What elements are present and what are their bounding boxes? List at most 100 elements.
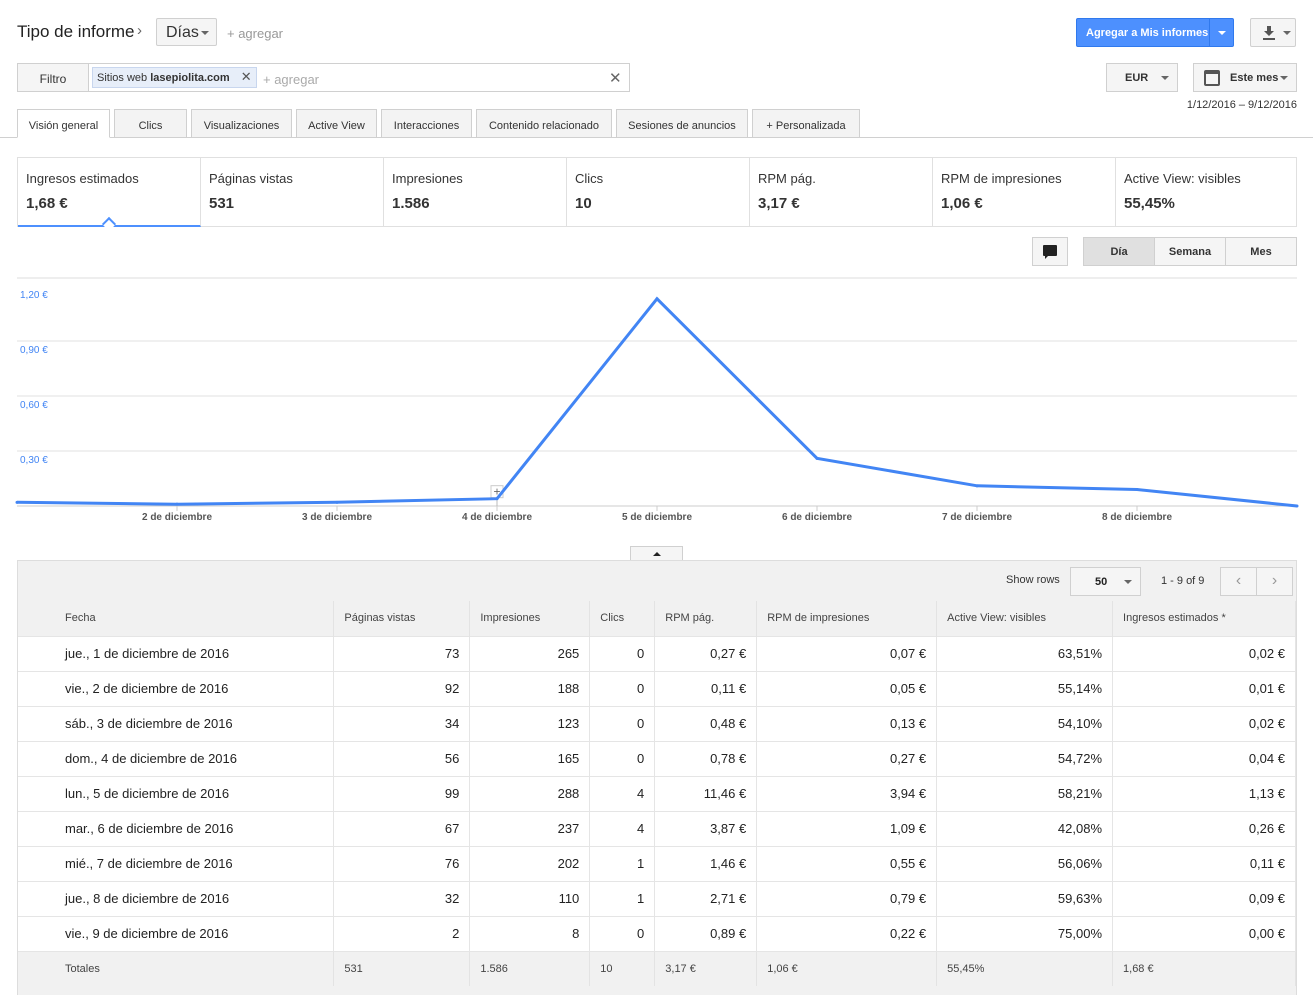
- x-tick-label: 6 de diciembre: [782, 512, 852, 523]
- table-cell: 1: [589, 845, 656, 881]
- y-tick-label: 0,90 €: [20, 345, 48, 356]
- totals-row: Totales 531 1.586 10 3,17 €1,06 €55,45% 1,68 …: [18, 950, 1296, 986]
- table-cell: 34: [333, 705, 471, 741]
- metric-rpm-impresiones[interactable]: RPM de impresiones 1,06 €: [933, 158, 1116, 226]
- annotations-button[interactable]: [1032, 237, 1068, 266]
- dimension-dropdown[interactable]: Días: [156, 18, 217, 46]
- metric-active-view-visibles[interactable]: Active View: visibles 55,45%: [1116, 158, 1296, 226]
- table-cell: 265: [469, 635, 591, 671]
- dimension-label: Días: [166, 24, 199, 41]
- metric-rpm-pag[interactable]: RPM pág. 3,17 €: [750, 158, 933, 226]
- table-cell: 42,08%: [936, 810, 1114, 846]
- metric-clics[interactable]: Clics 10: [567, 158, 750, 226]
- table-cell: 0,78 €: [654, 740, 758, 776]
- column-header-rpm-impresiones[interactable]: RPM de impresiones: [756, 601, 938, 636]
- collapse-chart-toggle[interactable]: [630, 546, 683, 561]
- add-dimension-link[interactable]: + agregar: [227, 26, 283, 41]
- metric-value: 3,17 €: [758, 195, 800, 212]
- table-cell: 123: [469, 705, 591, 741]
- table-cell: 8: [469, 915, 591, 951]
- download-button[interactable]: [1250, 18, 1296, 47]
- table-row: mar., 6 de diciembre de 2016 67 237 4 3,87 €…: [18, 810, 1296, 846]
- chevron-down-icon[interactable]: [1218, 31, 1226, 35]
- column-header-active-view[interactable]: Active View: visibles: [936, 601, 1114, 636]
- tab-personalizada[interactable]: + Personalizada: [752, 109, 860, 138]
- table-row: vie., 2 de diciembre de 2016 92 188 0 0,11 €…: [18, 670, 1296, 706]
- chevron-down-icon: [1124, 580, 1132, 584]
- column-header-clics[interactable]: Clics: [589, 601, 656, 636]
- metric-ingresos-estimados[interactable]: Ingresos estimados 1,68 €: [18, 158, 201, 232]
- filter-add-input[interactable]: + agregar: [263, 72, 319, 87]
- metric-paginas-vistas[interactable]: Páginas vistas 531: [201, 158, 384, 226]
- metric-value: 55,45%: [1124, 195, 1175, 212]
- x-tick-label: 4 de diciembre: [462, 512, 532, 523]
- chevron-right-icon: ›: [137, 22, 142, 39]
- metric-name: Active View: visibles: [1124, 171, 1241, 186]
- table-row: sáb., 3 de diciembre de 2016 34 123 0 0,48 €…: [18, 705, 1296, 741]
- totals-cell: 1,68 €: [1112, 950, 1296, 986]
- column-header-rpm-pag[interactable]: RPM pág.: [654, 601, 758, 636]
- filter-input-box[interactable]: Sitios web lasepiolita.com ✕ + agregar ✕: [88, 63, 630, 92]
- table-cell: 0,11 €: [1112, 845, 1296, 881]
- table-cell: 1,09 €: [756, 810, 938, 846]
- tab-clics[interactable]: Clics: [114, 109, 187, 138]
- row-date: mar., 6 de diciembre de 2016: [18, 810, 335, 846]
- table-cell: 0,89 €: [654, 915, 758, 951]
- table-cell: 55,14%: [936, 670, 1114, 706]
- comment-icon: [1043, 245, 1057, 259]
- table-cell: 0,27 €: [654, 635, 758, 671]
- table-cell: 0,55 €: [756, 845, 938, 881]
- tab-active-view[interactable]: Active View: [296, 109, 377, 138]
- download-icon: [1263, 26, 1275, 40]
- metric-value: 531: [209, 195, 235, 212]
- tab-vision-general[interactable]: Visión general: [17, 109, 110, 138]
- add-to-my-reports-button[interactable]: Agregar a Mis informes: [1076, 18, 1234, 47]
- date-period-dropdown[interactable]: Este mes: [1193, 63, 1297, 92]
- tab-visualizaciones[interactable]: Visualizaciones: [191, 109, 292, 138]
- chevron-down-icon: [1161, 76, 1169, 80]
- totals-cell: 10: [589, 950, 656, 986]
- table-cell: 0: [589, 915, 656, 951]
- table-cell: 2,71 €: [654, 880, 758, 916]
- table-cell: 237: [469, 810, 591, 846]
- rows-per-page-value: 50: [1095, 576, 1108, 588]
- tab-contenido-relacionado[interactable]: Contenido relacionado: [476, 109, 612, 138]
- row-date: vie., 9 de diciembre de 2016: [18, 915, 335, 951]
- column-header-fecha[interactable]: Fecha: [18, 601, 335, 636]
- revenue-line-chart: 1,20 € 0,90 € 0,60 € 0,30 € 2 de diciembre 3 …: [15, 277, 1299, 523]
- row-date: dom., 4 de diciembre de 2016: [18, 740, 335, 776]
- close-icon[interactable]: ✕: [241, 70, 252, 83]
- metric-impresiones[interactable]: Impresiones 1.586: [384, 158, 567, 226]
- currency-label: EUR: [1125, 72, 1149, 84]
- granularity-day-button[interactable]: Día: [1083, 237, 1155, 266]
- table-cell: 0,02 €: [1112, 635, 1296, 671]
- metrics-scorecard: Ingresos estimados 1,68 € Páginas vistas…: [17, 157, 1297, 232]
- table-cell: 54,10%: [936, 705, 1114, 741]
- table-cell: 0,01 €: [1112, 670, 1296, 706]
- totals-cell: 1,06 €: [756, 950, 938, 986]
- data-point: [655, 297, 659, 301]
- table-cell: 110: [469, 880, 591, 916]
- tab-sesiones-de-anuncios[interactable]: Sesiones de anuncios: [616, 109, 748, 138]
- table-cell: 2: [333, 915, 471, 951]
- next-page-button[interactable]: ›: [1256, 567, 1293, 596]
- currency-dropdown[interactable]: EUR: [1106, 63, 1178, 92]
- rows-per-page-dropdown[interactable]: 50: [1070, 567, 1141, 596]
- row-date: sáb., 3 de diciembre de 2016: [18, 705, 335, 741]
- filter-chip-website[interactable]: Sitios web lasepiolita.com ✕: [92, 67, 257, 88]
- table-cell: 288: [469, 775, 591, 811]
- clear-filter-icon[interactable]: ✕: [609, 69, 622, 87]
- filter-chip-value: lasepiolita.com: [150, 72, 230, 84]
- chevron-up-icon: [653, 552, 661, 556]
- column-header-ingresos-estimados[interactable]: Ingresos estimados *: [1112, 601, 1296, 636]
- granularity-week-button[interactable]: Semana: [1154, 237, 1226, 266]
- granularity-month-button[interactable]: Mes: [1225, 237, 1297, 266]
- chevron-down-icon: [201, 31, 209, 35]
- column-header-impresiones[interactable]: Impresiones: [469, 601, 591, 636]
- tab-interacciones[interactable]: Interacciones: [381, 109, 472, 138]
- column-header-paginas-vistas[interactable]: Páginas vistas: [333, 601, 471, 636]
- table-cell: 58,21%: [936, 775, 1114, 811]
- filter-chip-prefix: Sitios web: [97, 72, 148, 84]
- prev-page-button[interactable]: ‹: [1220, 567, 1257, 596]
- filter-button[interactable]: Filtro: [17, 63, 89, 92]
